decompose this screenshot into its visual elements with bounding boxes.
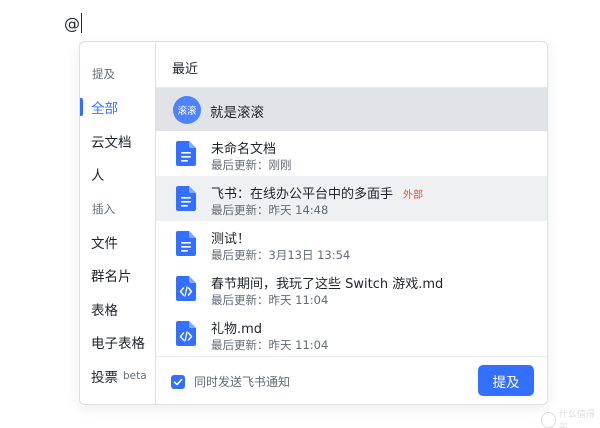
doc-title-text: 飞书：在线办公平台中的多面手 (211, 187, 394, 202)
watermark: 什么值得买 (541, 407, 600, 428)
result-row-file[interactable]: 礼物.md 最后更新：昨天 11:04 (156, 311, 547, 356)
beta-badge: beta (123, 370, 147, 382)
external-badge: 外部 (403, 190, 424, 201)
sidebar-item-label: 表格 (91, 303, 118, 319)
doc-meta: 最后更新：昨天 11:04 (211, 293, 329, 307)
sidebar-item-people[interactable]: 人 (80, 162, 155, 186)
user-name: 就是滚滚 (210, 105, 264, 121)
result-row-doc[interactable]: 测试！ 最后更新：3月13日 13:54 (156, 221, 547, 266)
watermark-text: 什么值得买 (558, 410, 595, 428)
code-file-icon (176, 276, 196, 301)
sidebar-item-file[interactable]: 文件 (80, 230, 155, 254)
mention-submit-button[interactable]: 提及 (478, 365, 534, 396)
sidebar-item-spreadsheet[interactable]: 电子表格 (80, 330, 155, 354)
sidebar-header-insert: 插入 (92, 202, 115, 216)
checkmark-icon (173, 378, 183, 386)
sidebar-item-label: 云文档 (91, 135, 132, 151)
sidebar-item-label: 全部 (91, 101, 118, 117)
result-row-doc[interactable]: 飞书：在线办公平台中的多面手 外部 最后更新：昨天 14:48 (156, 176, 547, 221)
doc-title: 飞书：在线办公平台中的多面手 外部 (211, 183, 423, 202)
sidebar-item-group-card[interactable]: 群名片 (80, 263, 155, 287)
mention-results: 最近 滚滚 就是滚滚 未命名文档 最后更新：刚刚 飞书：在线办公平台中的多面手 … (156, 42, 547, 404)
editor-line[interactable]: @ (64, 12, 82, 34)
doc-icon (176, 141, 196, 166)
doc-icon (176, 186, 196, 211)
sidebar-item-label: 群名片 (91, 269, 132, 285)
notify-checkbox[interactable] (171, 375, 185, 389)
sidebar-header-mention: 提及 (92, 67, 115, 81)
sidebar-item-table[interactable]: 表格 (80, 297, 155, 321)
avatar: 滚滚 (173, 96, 201, 124)
result-row-doc[interactable]: 未命名文档 最后更新：刚刚 (156, 131, 547, 176)
doc-meta: 最后更新：昨天 14:48 (211, 203, 329, 217)
sidebar-item-label: 电子表格 (91, 336, 145, 352)
sidebar-item-label: 人 (91, 168, 105, 184)
text-caret (81, 13, 82, 33)
doc-meta: 最后更新：3月13日 13:54 (211, 248, 351, 262)
doc-title: 未命名文档 (211, 142, 277, 157)
code-file-icon (176, 321, 196, 346)
result-row-user[interactable]: 滚滚 就是滚滚 (156, 88, 547, 131)
result-row-file[interactable]: 春节期间，我玩了这些 Switch 游戏.md 最后更新：昨天 11:04 (156, 266, 547, 311)
notify-checkbox-label[interactable]: 同时发送飞书通知 (194, 373, 290, 390)
mention-popup: 提及 全部 云文档 人 插入 文件 群名片 表格 电子表格 投票 beta 最近 (79, 41, 548, 405)
section-title-recent: 最近 (172, 62, 199, 77)
sidebar-item-cloud-docs[interactable]: 云文档 (80, 129, 155, 153)
sidebar-item-poll[interactable]: 投票 beta (80, 364, 155, 388)
doc-title: 礼物.md (211, 322, 263, 337)
sidebar-item-label: 投票 (91, 370, 118, 386)
doc-icon (176, 231, 196, 256)
sidebar-item-label: 文件 (91, 236, 118, 252)
doc-meta: 最后更新：昨天 11:04 (211, 338, 329, 352)
doc-title: 春节期间，我玩了这些 Switch 游戏.md (211, 277, 444, 292)
doc-title: 测试！ (211, 232, 251, 247)
mention-sidebar: 提及 全部 云文档 人 插入 文件 群名片 表格 电子表格 投票 beta (80, 42, 156, 404)
popup-footer: 同时发送飞书通知 提及 (156, 356, 547, 404)
typed-at-sign: @ (64, 13, 80, 33)
sidebar-item-all[interactable]: 全部 (80, 95, 155, 119)
doc-meta: 最后更新：刚刚 (211, 158, 292, 172)
watermark-logo-icon (541, 412, 556, 428)
